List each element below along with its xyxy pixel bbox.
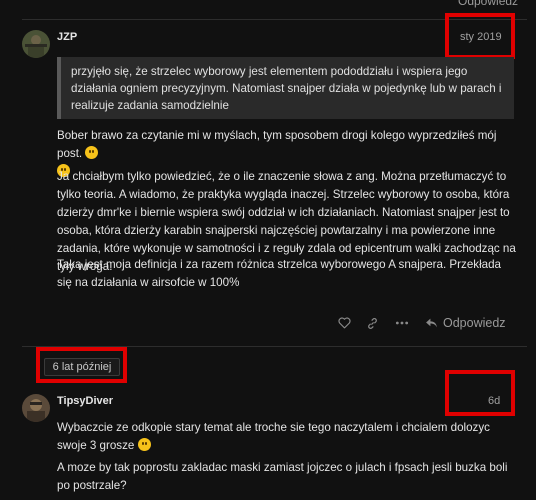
date-highlight-box xyxy=(445,370,515,416)
post-paragraph: A moze by tak poprostu zakladac maski za… xyxy=(57,461,508,492)
time-gap-badge: 6 lat później xyxy=(44,358,120,376)
emoji-slight-smile xyxy=(85,146,99,159)
more-button[interactable] xyxy=(395,318,409,328)
avatar-jzp[interactable] xyxy=(22,30,50,58)
post-date[interactable]: sty 2019 xyxy=(460,31,502,43)
quote-text: przyjęło się, że strzelec wyborowy jest … xyxy=(71,65,502,112)
post-paragraph: Wybaczcie ze odkopie stary temat ale tro… xyxy=(57,421,490,452)
post-date[interactable]: 6d xyxy=(488,395,500,407)
copy-link-button[interactable] xyxy=(366,317,379,330)
avatar-tipsydiver[interactable] xyxy=(22,394,50,422)
heart-icon xyxy=(338,317,351,329)
previous-post-reply-stub[interactable]: Odpowiedz xyxy=(458,0,518,8)
post-paragraph: Taka jest moja definicja i za razem różn… xyxy=(57,258,501,289)
reply-label: Odpowiedz xyxy=(443,316,506,330)
link-icon xyxy=(368,318,377,329)
quote-block: przyjęło się, że strzelec wyborowy jest … xyxy=(57,57,514,119)
emoji-smiley xyxy=(137,438,151,451)
reply-icon xyxy=(426,318,437,328)
post-username[interactable]: TipsyDiver xyxy=(57,395,113,407)
post-username[interactable]: JZP xyxy=(57,31,77,43)
reply-button[interactable]: Odpowiedz xyxy=(425,316,506,330)
more-icon xyxy=(395,321,409,325)
like-button[interactable] xyxy=(338,317,351,329)
